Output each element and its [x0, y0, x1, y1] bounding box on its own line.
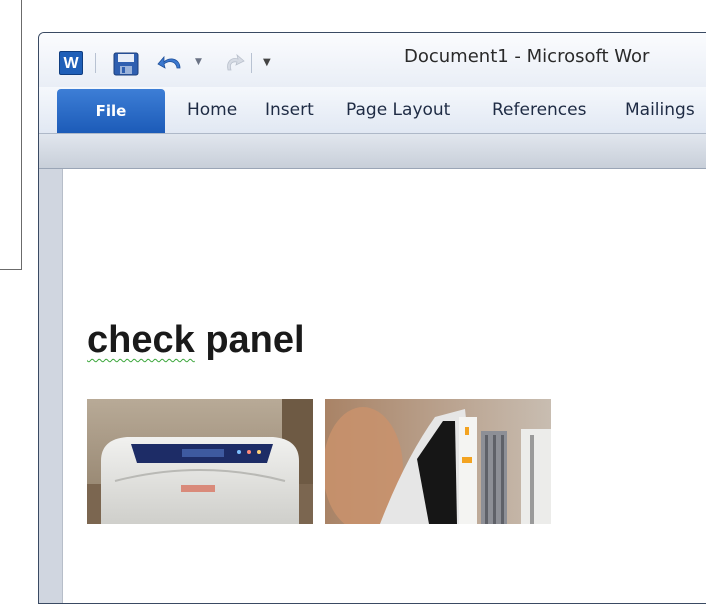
printer-side-access-photo[interactable] — [325, 399, 551, 524]
document-page[interactable]: check panel — [62, 169, 706, 603]
document-area: check panel — [39, 169, 706, 603]
printer-control-panel-photo[interactable] — [87, 399, 313, 524]
document-heading[interactable]: check panel — [87, 317, 305, 363]
undo-icon[interactable] — [156, 52, 186, 74]
redo-icon — [227, 53, 245, 71]
tab-page-layout[interactable]: Page Layout — [346, 100, 450, 120]
tab-mailings[interactable]: Mailings — [625, 100, 695, 120]
title-bar: W ▼ ▼ Document1 - Microsoft Wor — [39, 33, 706, 87]
undo-dropdown-icon[interactable]: ▼ — [195, 57, 202, 67]
tab-home[interactable]: Home — [187, 100, 237, 120]
save-icon[interactable] — [113, 52, 139, 76]
ribbon-tab-bar: File Home Insert Page Layout References … — [39, 87, 706, 133]
toolbar-separator — [95, 53, 96, 73]
background-window-edge — [0, 0, 22, 270]
window-title: Document1 - Microsoft Wor — [404, 46, 650, 67]
toolbar-separator — [251, 53, 252, 73]
heading-word[interactable]: panel — [205, 319, 304, 361]
tab-references[interactable]: References — [492, 100, 586, 120]
word-window: W ▼ ▼ Document1 - Microsoft Wor File Hom… — [38, 32, 706, 604]
tab-file[interactable]: File — [57, 89, 165, 133]
tab-insert[interactable]: Insert — [265, 100, 314, 120]
word-app-icon[interactable]: W — [59, 51, 83, 75]
ribbon-collapsed-strip — [39, 133, 706, 169]
customize-toolbar-icon[interactable]: ▼ — [263, 57, 271, 68]
heading-word-misspelled[interactable]: check — [87, 319, 195, 361]
